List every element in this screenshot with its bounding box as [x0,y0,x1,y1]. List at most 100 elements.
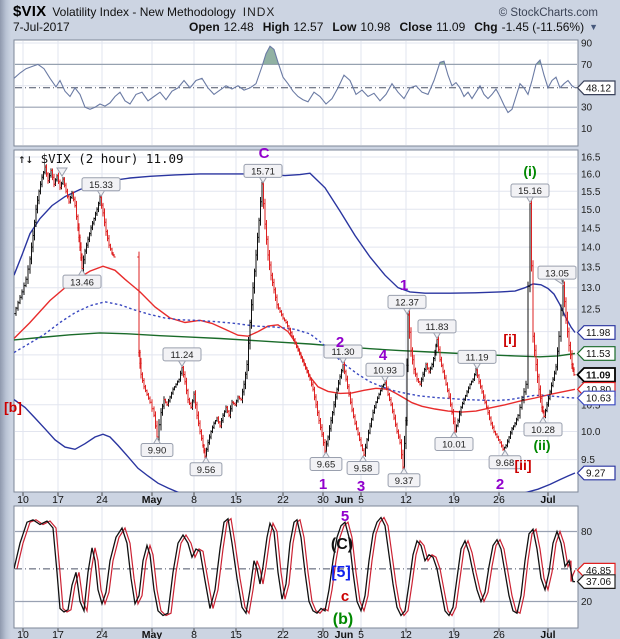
svg-text:15.71: 15.71 [251,167,275,178]
svg-text:9.58: 9.58 [354,464,373,475]
quote-label: Close [399,20,433,34]
svg-text:15.16: 15.16 [518,186,542,197]
quote-value: 11.09 [436,20,466,34]
main-axis-tick-label: 14.0 [581,243,601,254]
bottom-x-axis-label: 26 [493,629,505,639]
wave-annotation: 1 [400,277,408,294]
price-value-box: 9.27 [576,465,616,481]
symbol: $VIX [13,3,47,20]
wave-annotation: [5] [331,564,351,581]
top-axis-tick-label: 90 [581,39,593,50]
main-axis-tick-label: 13.5 [581,263,601,274]
bottom-x-axis-label: 17 [52,629,64,639]
bottom-x-axis-label: 10 [17,629,29,639]
wave-annotation: [b] [4,399,22,415]
top-axis-tick-label: 30 [581,103,593,114]
wave-annotation: 5 [341,508,349,525]
wave-annotation: C [259,145,270,162]
wave-annotation: 4 [379,347,388,364]
main-chart-label: ↑↓ $VIX (2 hour) 11.09 [18,151,184,166]
main-axis-tick-label: 12.5 [581,305,601,316]
main-x-axis-label: 26 [493,494,505,506]
svg-text:10.28: 10.28 [531,425,555,436]
main-axis-tick-label: 9.5 [581,455,595,466]
main-x-axis-label: 5 [358,494,364,506]
bottom-x-axis-label: 15 [230,629,242,639]
chg-dropdown-icon[interactable]: ▼ [589,22,598,32]
svg-text:9.90: 9.90 [148,446,167,457]
top-value-box: 48.12 [576,80,616,96]
wave-annotation: 1 [319,476,327,493]
chart-canvas: 90 70 30 10 ↑↓ $VIX (2 hour) 11.09 15.33 13.46… [4,39,616,639]
oscillator-value-box: 37.06 [576,574,616,589]
quote-label: Low [332,20,357,34]
wave-annotation: 3 [357,478,365,495]
svg-text:48.12: 48.12 [586,83,611,94]
svg-text:9.65: 9.65 [317,460,336,471]
quote-label: Open [189,20,220,34]
main-axis-tick-label: 16.0 [581,169,601,180]
main-axis-tick-label: 15.5 [581,187,601,198]
main-axis-tick-label: 15.0 [581,205,601,216]
main-x-axis-label: 8 [191,494,197,506]
svg-text:11.98: 11.98 [586,328,611,339]
svg-text:10.01: 10.01 [442,440,466,451]
bottom-x-axis-label: Jul [540,629,555,639]
main-x-axis-label: 22 [277,494,289,506]
quote-value: -1.45 (-11.56%) [501,20,585,34]
wave-annotation: [ii] [514,457,531,473]
svg-text:37.06: 37.06 [586,577,611,588]
bottom-axis-tick-label: 80 [581,527,593,538]
wave-annotation: [i] [503,331,516,347]
top-axis-tick-label: 10 [581,124,593,135]
bottom-x-axis-label: 8 [191,629,197,639]
quote-label: High [262,20,290,34]
chart-header: $VIX Volatility Index - New Methodology … [0,0,620,38]
bottom-x-axis-label: 19 [448,629,460,639]
bottom-x-axis-label: May [142,629,163,639]
main-x-axis-label: 12 [400,494,412,506]
svg-text:9.37: 9.37 [395,476,414,487]
bottom-x-axis-label: 30 [317,629,329,639]
main-axis-tick-label: 10.0 [581,427,601,438]
exchange-label: INDX [242,5,276,19]
main-x-axis-label: May [142,494,163,506]
bottom-x-axis-label: 5 [358,629,364,639]
svg-text:13.05: 13.05 [545,268,569,279]
top-axis-tick-label: 70 [581,60,593,71]
main-price-panel [13,149,579,493]
price-value-box: 11.53 [576,346,616,361]
quote-value: 10.98 [360,20,391,34]
wave-annotation: c [341,588,349,605]
main-x-axis-label: Jun [335,494,354,506]
svg-text:11.83: 11.83 [425,322,448,333]
svg-text:13.46: 13.46 [70,277,94,288]
svg-text:11.19: 11.19 [465,353,488,364]
svg-text:9.56: 9.56 [197,465,216,476]
stockcharts-credit: © StockCharts.com [498,7,598,19]
bottom-x-axis-label: 24 [96,629,108,639]
main-axis-tick-label: 16.5 [581,153,601,164]
svg-text:11.24: 11.24 [170,350,193,361]
wave-annotation: (C) [331,536,353,553]
main-axis-tick-label: 13.0 [581,283,601,294]
svg-text:11.09: 11.09 [586,370,611,381]
main-axis-tick-label: 14.5 [581,223,601,234]
quote-value: 12.48 [223,20,254,34]
bottom-x-axis-label: Jun [335,629,354,639]
main-x-axis-label: 24 [96,494,108,506]
main-x-axis-label: 17 [52,494,64,506]
svg-text:11.53: 11.53 [586,349,611,360]
bottom-axis-tick-label: 20 [581,597,593,608]
main-x-axis-label: Jul [540,494,555,506]
wave-annotation: (i) [523,163,536,179]
svg-text:9.68: 9.68 [496,458,515,469]
bottom-x-axis-label: 22 [277,629,289,639]
svg-text:15.33: 15.33 [89,180,113,191]
symbol-title: Volatility Index - New Methodology [52,5,236,19]
main-x-axis-label: 10 [17,494,29,506]
bottom-x-axis-label: 12 [400,629,412,639]
main-x-axis-label: 15 [230,494,242,506]
svg-text:9.27: 9.27 [586,469,606,480]
svg-text:12.37: 12.37 [395,298,419,309]
